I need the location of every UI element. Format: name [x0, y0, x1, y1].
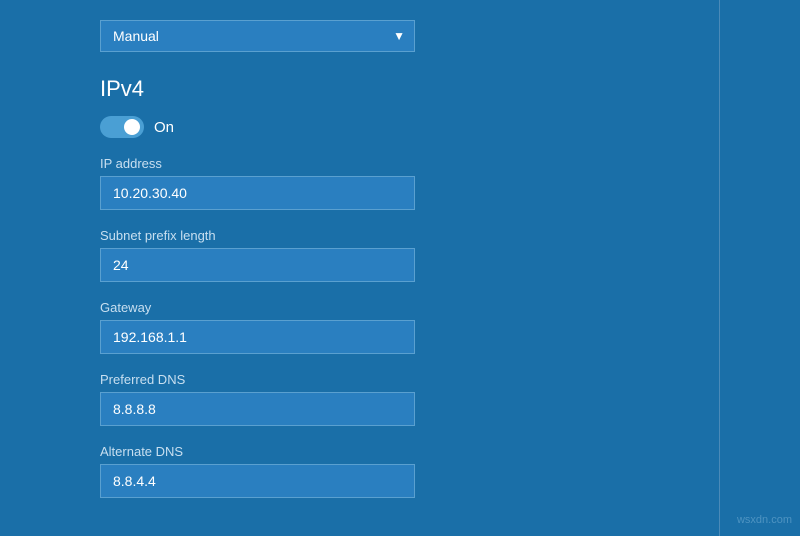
- label-alternate-dns: Alternate DNS: [100, 444, 700, 459]
- fields-container: IP address Subnet prefix length Gateway Pre…: [100, 156, 700, 498]
- field-group-ip-address: IP address: [100, 156, 700, 210]
- label-gateway: Gateway: [100, 300, 700, 315]
- main-container: Manual Automatic (DHCP) ▼ IPv4 On IP add…: [0, 0, 800, 536]
- section-title: IPv4: [100, 76, 700, 102]
- watermark: wsxdn.com: [737, 514, 792, 526]
- ipv4-toggle[interactable]: [100, 116, 144, 138]
- label-subnet-prefix: Subnet prefix length: [100, 228, 700, 243]
- input-preferred-dns[interactable]: [100, 392, 415, 426]
- vertical-divider: [719, 0, 720, 536]
- input-alternate-dns[interactable]: [100, 464, 415, 498]
- input-gateway[interactable]: [100, 320, 415, 354]
- input-ip-address[interactable]: [100, 176, 415, 210]
- label-ip-address: IP address: [100, 156, 700, 171]
- manual-dropdown[interactable]: Manual Automatic (DHCP): [100, 20, 415, 52]
- toggle-row: On: [100, 116, 700, 138]
- field-group-gateway: Gateway: [100, 300, 700, 354]
- field-group-subnet-prefix: Subnet prefix length: [100, 228, 700, 282]
- field-group-preferred-dns: Preferred DNS: [100, 372, 700, 426]
- toggle-label: On: [154, 119, 174, 136]
- label-preferred-dns: Preferred DNS: [100, 372, 700, 387]
- input-subnet-prefix[interactable]: [100, 248, 415, 282]
- dropdown-wrapper: Manual Automatic (DHCP) ▼: [100, 20, 700, 52]
- field-group-alternate-dns: Alternate DNS: [100, 444, 700, 498]
- dropdown-container: Manual Automatic (DHCP) ▼: [100, 20, 415, 52]
